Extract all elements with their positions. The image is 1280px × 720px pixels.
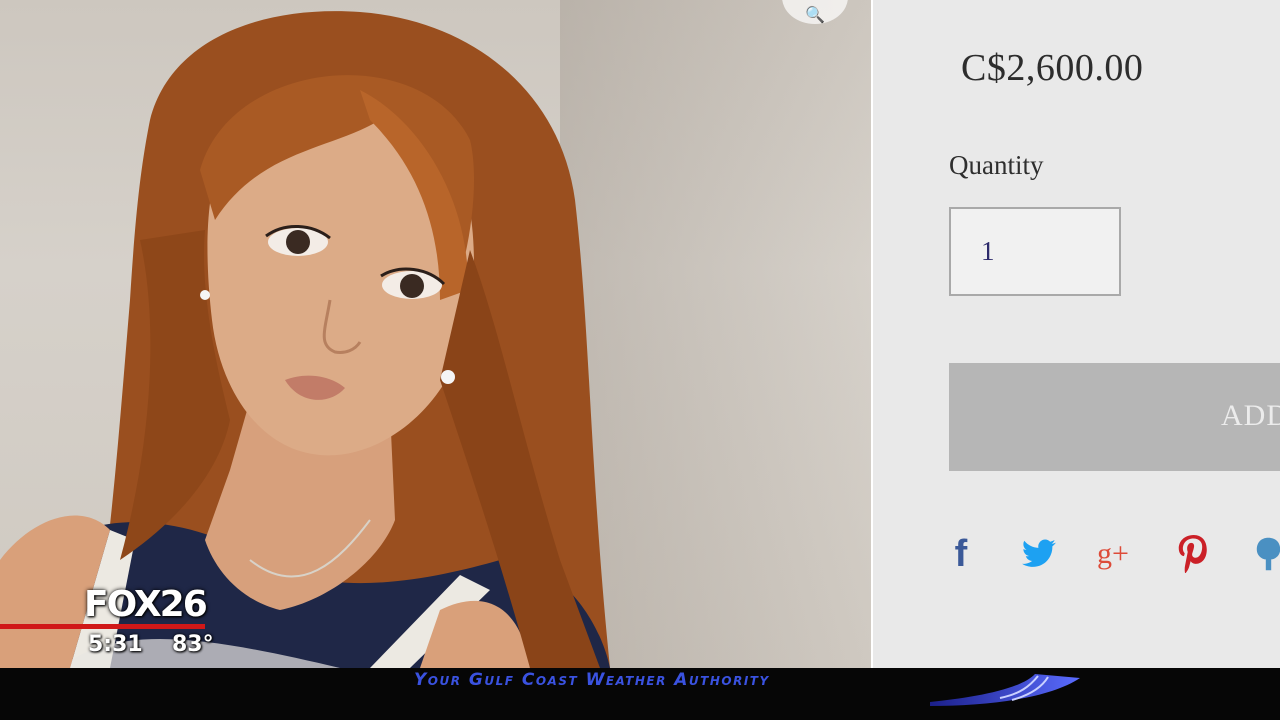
google-plus-glyph: g+ bbox=[1097, 537, 1129, 570]
product-details-panel: C$2,600.00 Quantity ADD f g+ bbox=[871, 0, 1280, 668]
quantity-label: Quantity bbox=[949, 150, 1044, 180]
ticker-text: Your Gulf Coast Weather Authority bbox=[414, 670, 770, 690]
pinterest-icon[interactable] bbox=[1169, 530, 1217, 578]
fancy-icon[interactable] bbox=[1255, 530, 1280, 578]
swoosh-logo bbox=[930, 674, 1080, 706]
station-bug: FOX26 5:31 83° bbox=[0, 580, 230, 668]
twitter-icon[interactable] bbox=[1015, 530, 1063, 578]
pinterest-p-icon bbox=[1178, 535, 1207, 573]
quantity-input[interactable] bbox=[949, 207, 1121, 296]
add-to-cart-button[interactable]: ADD bbox=[949, 363, 1280, 471]
google-plus-icon[interactable]: g+ bbox=[1089, 530, 1137, 578]
twitter-bird-icon bbox=[1022, 539, 1056, 567]
facebook-icon[interactable]: f bbox=[937, 530, 985, 578]
bug-divider bbox=[0, 624, 205, 629]
ticker-bar: Your Gulf Coast Weather Authority bbox=[0, 668, 1280, 720]
broadcast-frame: 🔍 C$2,600.00 Quantity ADD f g+ bbox=[0, 0, 1280, 720]
add-to-cart-label: ADD bbox=[1221, 399, 1280, 432]
station-logo: FOX26 bbox=[84, 584, 208, 625]
product-photo-illustration bbox=[0, 11, 610, 668]
broadcast-time: 5:31 bbox=[88, 632, 143, 657]
broadcast-temperature: 83° bbox=[172, 632, 214, 657]
facebook-glyph: f bbox=[954, 532, 968, 575]
product-price: C$2,600.00 bbox=[961, 47, 1144, 89]
product-image[interactable]: 🔍 bbox=[0, 0, 871, 668]
fancy-tag-icon bbox=[1256, 537, 1280, 571]
